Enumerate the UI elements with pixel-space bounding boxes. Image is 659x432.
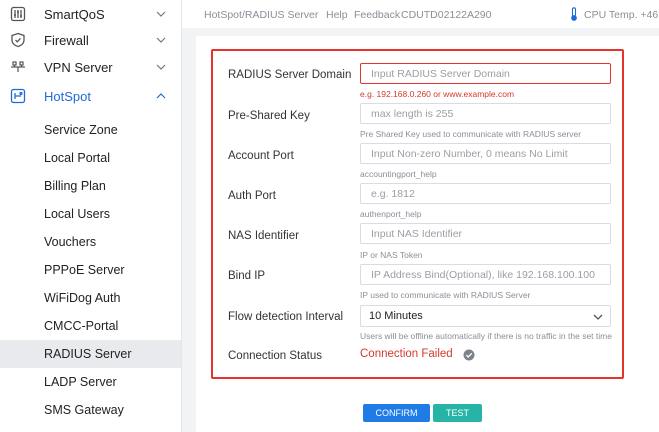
sidebar-item-vouchers[interactable]: Vouchers (0, 228, 181, 256)
psk-label: Pre-Shared Key (228, 110, 310, 122)
sidebar-item-label: Local Users (44, 207, 110, 221)
help-link[interactable]: Help (326, 9, 348, 21)
top-header: HotSpot/RADIUS Server Help Feedback CDUT… (182, 0, 659, 28)
confirm-button[interactable]: CONFIRM (363, 404, 430, 422)
sidebar-item-label: LADP Server (44, 375, 117, 389)
test-button[interactable]: TEST (433, 404, 482, 422)
sliders-icon (10, 6, 26, 22)
device-id: CDUTD02122A290 (401, 9, 492, 21)
chevron-up-icon (156, 93, 166, 99)
breadcrumb: HotSpot/RADIUS Server (204, 9, 319, 21)
sidebar-item-hotspot[interactable]: HotSpot (0, 82, 181, 110)
sidebar-item-label: Billing Plan (44, 179, 106, 193)
psk-input[interactable] (360, 103, 611, 124)
chevron-down-icon (156, 64, 166, 70)
bind-ip-label: Bind IP (228, 270, 266, 282)
sidebar-item-label: HotSpot (44, 88, 91, 104)
account-port-label: Account Port (228, 150, 294, 162)
shield-icon (11, 32, 25, 48)
flow-interval-value: 10 Minutes (369, 310, 423, 322)
sidebar-item-label: SmartQoS (44, 6, 105, 22)
sidebar-item-local-portal[interactable]: Local Portal (0, 144, 181, 172)
feedback-link[interactable]: Feedback (354, 9, 400, 21)
auth-port-label: Auth Port (228, 190, 276, 202)
sidebar-item-service-zone[interactable]: Service Zone (0, 116, 181, 144)
radius-domain-input[interactable] (360, 63, 611, 84)
account-port-hint: accountingport_help (360, 169, 437, 179)
radius-domain-hint: e.g. 192.168.0.260 or www.example.com (360, 89, 515, 99)
sidebar-item-label: WiFiDog Auth (44, 291, 121, 305)
chevron-down-icon (593, 314, 603, 320)
connection-status-value: Connection Failed (360, 348, 453, 360)
sidebar-item-smartqos[interactable]: SmartQoS (0, 0, 181, 28)
sidebar-item-sms-gateway[interactable]: SMS Gateway (0, 396, 181, 424)
connection-status-label: Connection Status (228, 350, 322, 362)
nas-id-label: NAS Identifier (228, 230, 299, 242)
bind-ip-input[interactable] (360, 264, 611, 285)
chevron-down-icon (156, 37, 166, 43)
auth-port-input[interactable] (360, 183, 611, 204)
sidebar-item-label: RADIUS Server (44, 347, 132, 361)
flow-interval-select[interactable]: 10 Minutes (360, 305, 611, 327)
sidebar-item-label: CMCC-Portal (44, 319, 119, 333)
chevron-down-icon (156, 11, 166, 17)
account-port-input[interactable] (360, 143, 611, 164)
sidebar-item-wifidog-auth[interactable]: WiFiDog Auth (0, 284, 181, 312)
check-circle-icon (463, 349, 475, 361)
sidebar: SmartQoS Firewall VPN Server HotSpot Ser… (0, 0, 182, 432)
sidebar-item-vpn-server[interactable]: VPN Server (0, 53, 181, 81)
sidebar-item-label: Vouchers (44, 235, 97, 249)
sidebar-item-label: PPPoE Server (44, 263, 125, 277)
nas-id-hint: IP or NAS Token (360, 250, 423, 260)
sidebar-item-label: Firewall (44, 32, 89, 48)
flow-interval-label: Flow detection Interval (228, 311, 344, 323)
bind-ip-hint: IP used to communicate with RADIUS Serve… (360, 290, 531, 300)
sidebar-item-label: Service Zone (44, 123, 118, 137)
flow-interval-hint: Users will be offline automatically if t… (360, 331, 612, 341)
nas-id-input[interactable] (360, 223, 611, 244)
sidebar-item-label: Local Portal (44, 151, 111, 165)
sidebar-item-local-users[interactable]: Local Users (0, 200, 181, 228)
sidebar-item-radius-server[interactable]: RADIUS Server (0, 340, 181, 368)
sidebar-item-label: SMS Gateway (44, 403, 124, 417)
sidebar-item-ladp-server[interactable]: LADP Server (0, 368, 181, 396)
psk-hint: Pre Shared Key used to communicate with … (360, 129, 582, 139)
hotspot-icon (10, 88, 26, 104)
network-icon (11, 61, 25, 72)
sidebar-item-billing-plan[interactable]: Billing Plan (0, 172, 181, 200)
cpu-temp: CPU Temp. +46.0 (584, 9, 659, 21)
sidebar-item-pppoe-server[interactable]: PPPoE Server (0, 256, 181, 284)
sidebar-item-firewall[interactable]: Firewall (0, 26, 181, 54)
radius-domain-label: RADIUS Server Domain (228, 69, 352, 81)
thermometer-icon (571, 7, 577, 21)
auth-port-hint: authenport_help (360, 209, 422, 219)
sidebar-item-label: VPN Server (44, 59, 113, 75)
sidebar-item-cmcc-portal[interactable]: CMCC-Portal (0, 312, 181, 340)
